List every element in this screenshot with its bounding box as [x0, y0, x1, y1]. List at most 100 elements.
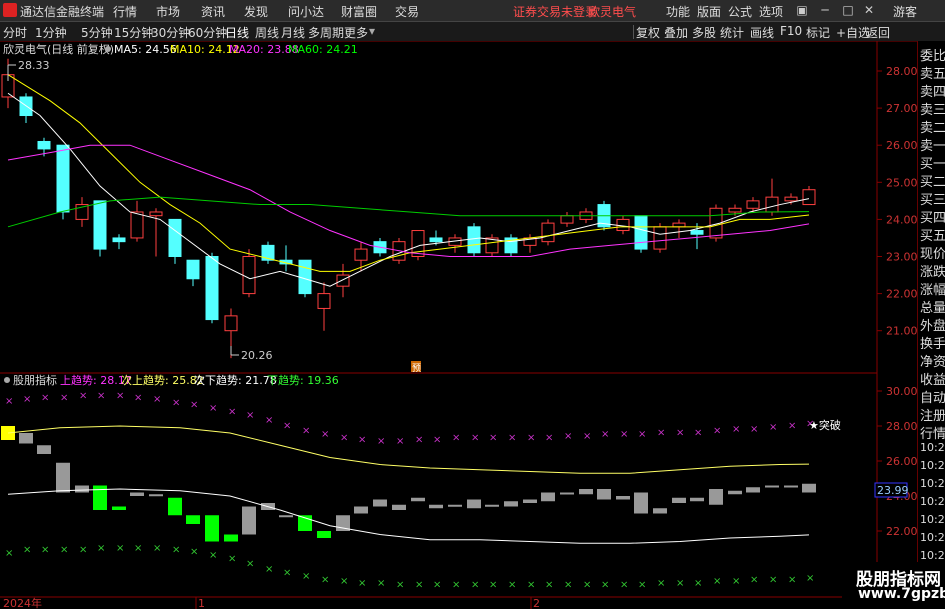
side-panel-item: 总量 [920, 301, 945, 316]
down-trend-marker: × [302, 571, 310, 582]
breakout-label: ★突破 [809, 418, 841, 432]
down-trend-marker: × [228, 553, 236, 564]
indicator-bar [242, 506, 256, 535]
period-monthly[interactable]: 月线 [281, 24, 305, 41]
close-icon[interactable]: ✕ [861, 3, 877, 17]
up-trend-marker: × [265, 415, 273, 426]
indicator-bar [802, 483, 816, 493]
indicator-bar [130, 492, 144, 496]
login-warning[interactable]: 证券交易未登录 [513, 3, 597, 20]
svg-text:预: 预 [412, 363, 421, 374]
menu-quotes[interactable]: 行情 [113, 3, 137, 20]
skin-icon[interactable]: ▣ [794, 3, 810, 17]
period-weekly[interactable]: 周线 [255, 24, 279, 41]
side-panel-item: 买三 [920, 193, 945, 208]
sub-up-trend-line [7, 425, 810, 474]
down-trend-marker: × [5, 548, 13, 559]
period-daily[interactable]: 日线 [225, 24, 249, 41]
draw-line-button[interactable]: 画线 [750, 24, 774, 41]
menu-trade[interactable]: 交易 [395, 3, 419, 20]
down-trend-marker: × [676, 578, 684, 589]
period-5min[interactable]: 5分钟 [81, 24, 113, 41]
current-value-tag: 23.99 [874, 482, 909, 498]
up-trend-marker: × [358, 434, 366, 445]
side-panel-item: 卖一 [920, 139, 945, 154]
side-panel-item: 换手 [920, 337, 945, 352]
indicator-bar [597, 489, 611, 500]
down-trend-marker: × [657, 578, 665, 589]
down-trend-marker: × [116, 543, 124, 554]
mark-button[interactable]: 标记 [806, 24, 830, 41]
candle-body [784, 196, 798, 202]
up-trend-marker: × [97, 391, 105, 402]
statistics-button[interactable]: 统计 [720, 24, 744, 41]
side-panel-item: 卖五 [920, 67, 945, 82]
menu-market[interactable]: 市场 [156, 3, 180, 20]
up-trend-marker: × [601, 429, 609, 440]
menu-discover[interactable]: 发现 [244, 3, 268, 20]
down-trend-marker: × [265, 564, 273, 575]
period-60min[interactable]: 60分钟 [188, 24, 227, 41]
period-15min[interactable]: 15分钟 [114, 24, 153, 41]
period-30min[interactable]: 30分钟 [151, 24, 190, 41]
menu-function[interactable]: 功能 [666, 3, 690, 20]
x-axis-label-month2: 2 [533, 597, 540, 609]
side-panel-item: 收益 [920, 373, 945, 388]
side-panel-item[interactable]: 自动 [920, 387, 945, 406]
candle-body [130, 211, 144, 239]
period-1min[interactable]: 1分钟 [35, 24, 67, 41]
candle-body [467, 226, 481, 254]
forecast-marker[interactable]: 预 [411, 361, 421, 374]
back-button[interactable]: 返回 [866, 24, 890, 41]
ind-y-tick-label: 26.00 [886, 455, 918, 468]
side-panel-item: 买五 [920, 229, 945, 244]
indicator-bar [765, 485, 779, 488]
up-trend-marker: × [302, 426, 310, 437]
menu-ask[interactable]: 问小达 [288, 3, 324, 20]
side-panel-item[interactable]: 注册 [920, 405, 945, 424]
x-axis-label-month1: 1 [198, 597, 205, 609]
ma60-label: MA60: 24.21 [288, 43, 358, 56]
overlay-button[interactable]: 叠加 [664, 24, 688, 41]
minimize-icon[interactable]: ─ [817, 3, 833, 17]
candle-body [186, 259, 200, 280]
period-more[interactable]: 更多 [344, 24, 368, 41]
side-panel-item: 委比 [920, 49, 945, 64]
indicator-name: 股朋指标 [13, 373, 57, 387]
adjust-button[interactable]: 复权 [636, 24, 660, 41]
indicator-bar [784, 485, 798, 488]
down-trend-marker: × [134, 543, 142, 554]
menu-community[interactable]: 财富圈 [341, 3, 377, 20]
kline-chart[interactable]: 欣灵电气(日线 前复权) MA5: 24.56 MA10: 24.12 MA20… [0, 41, 945, 609]
y-tick-label: 23.00 [886, 251, 918, 264]
down-trend-marker: × [172, 545, 180, 556]
indicator-settings-icon[interactable] [4, 377, 10, 383]
candle-body [149, 211, 163, 217]
side-panel-item[interactable]: 行情 [920, 423, 945, 442]
down-trend-marker: × [806, 573, 814, 584]
f10-button[interactable]: F10 [780, 24, 802, 38]
menu-layout[interactable]: 版面 [697, 3, 721, 20]
maximize-icon[interactable]: □ [840, 3, 856, 17]
up-trend-marker: × [60, 392, 68, 403]
multi-stock-button[interactable]: 多股 [692, 24, 716, 41]
candle-body [690, 230, 704, 235]
period-more-dropdown-icon[interactable]: ▾ [369, 24, 375, 38]
menu-formula[interactable]: 公式 [728, 3, 752, 20]
period-tick[interactable]: 分时 [3, 24, 27, 41]
down-trend-marker: × [564, 580, 572, 591]
menu-options[interactable]: 选项 [759, 3, 783, 20]
up-trend-marker: × [713, 426, 721, 437]
period-multi[interactable]: 多周期 [308, 24, 344, 41]
down-trend-marker: × [340, 576, 348, 587]
svg-text:28.33: 28.33 [18, 59, 50, 72]
guest-label[interactable]: 游客 [893, 3, 917, 20]
candle-body [37, 140, 51, 150]
candle-body [298, 259, 312, 295]
down-trend-marker: × [41, 545, 49, 556]
up-trend-marker: × [433, 434, 441, 445]
add-watchlist-button[interactable]: +自选 [836, 24, 870, 41]
menu-news[interactable]: 资讯 [201, 3, 225, 20]
indicator-bar [728, 490, 742, 495]
ma-settings-icon[interactable] [105, 46, 111, 52]
